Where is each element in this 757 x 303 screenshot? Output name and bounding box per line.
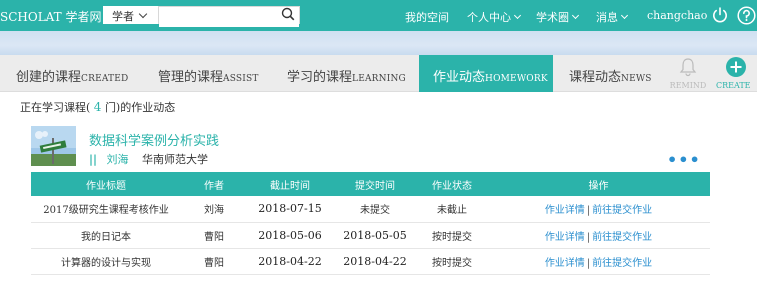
homework-author: 刘海 bbox=[181, 196, 247, 223]
col-header-title: 作业标题 bbox=[31, 172, 181, 196]
homework-status: 按时提交 bbox=[417, 248, 487, 275]
col-header-author: 作者 bbox=[181, 172, 247, 196]
homework-status: 未截止 bbox=[417, 196, 487, 223]
tab-created[interactable]: 创建的课程CREATED bbox=[16, 55, 128, 92]
course-meta: || 刘海 华南师范大学 bbox=[89, 151, 208, 167]
homework-submitted: 2018-05-05 bbox=[333, 222, 417, 249]
course-school: 华南师范大学 bbox=[142, 153, 209, 166]
nav-academic-circle[interactable]: 学术圈 bbox=[536, 9, 580, 25]
col-header-deadline: 截止时间 bbox=[247, 172, 333, 196]
homework-title: 计算器的设计与实现 bbox=[31, 248, 181, 275]
tab-homework[interactable]: 作业动态HOMEWORK bbox=[419, 55, 553, 92]
homework-status: 按时提交 bbox=[417, 222, 487, 249]
homework-detail-link[interactable]: 作业详情 bbox=[545, 258, 585, 269]
divider-bar: || bbox=[89, 153, 98, 166]
tab-learning[interactable]: 学习的课程LEARNING bbox=[287, 55, 406, 92]
tab-homework-label: 作业动态 bbox=[433, 70, 486, 85]
chevron-down-icon bbox=[620, 11, 629, 20]
bell-icon bbox=[679, 58, 697, 77]
intro-suffix: 门)的作业动态 bbox=[104, 101, 176, 114]
homework-author: 曹阳 bbox=[181, 248, 247, 275]
header-banner bbox=[0, 31, 757, 55]
table-row: 计算器的设计与实现 曹阳 2018-04-22 2018-04-22 按时提交 … bbox=[31, 248, 710, 275]
homework-detail-link[interactable]: 作业详情 bbox=[545, 232, 585, 243]
remind-label: REMIND bbox=[669, 81, 707, 90]
create-label: CREATE bbox=[716, 81, 751, 90]
nav-messages[interactable]: 消息 bbox=[596, 9, 629, 25]
tab-homework-en: HOMEWORK bbox=[485, 74, 548, 84]
submit-homework-link[interactable]: 前往提交作业 bbox=[592, 232, 652, 243]
more-options-icon[interactable]: ••• bbox=[667, 150, 701, 169]
user-name[interactable]: changchao bbox=[647, 9, 707, 22]
col-header-status: 作业状态 bbox=[417, 172, 487, 196]
tab-learning-en: LEARNING bbox=[352, 74, 406, 84]
nav-messages-label: 消息 bbox=[596, 11, 618, 24]
col-header-submitted: 提交时间 bbox=[333, 172, 417, 196]
tab-learning-label: 学习的课程 bbox=[287, 70, 353, 85]
homework-actions: 作业详情 | 前往提交作业 bbox=[487, 222, 710, 249]
homework-detail-link[interactable]: 作业详情 bbox=[545, 205, 585, 216]
create-button[interactable]: CREATE bbox=[715, 55, 757, 92]
tab-created-en: CREATED bbox=[81, 74, 129, 84]
tab-assist-label: 管理的课程 bbox=[158, 70, 224, 85]
nav-academic-circle-label: 学术圈 bbox=[536, 11, 569, 24]
homework-table: 作业标题 作者 截止时间 提交时间 作业状态 操作 2017级研究生课程考核作业… bbox=[31, 172, 710, 275]
tab-assist[interactable]: 管理的课程ASSIST bbox=[158, 55, 259, 92]
homework-submitted: 未提交 bbox=[333, 196, 417, 223]
chevron-down-icon bbox=[513, 11, 522, 20]
intro-prefix: 正在学习课程( bbox=[20, 101, 91, 114]
nav-personal-center-label: 个人中心 bbox=[467, 11, 511, 24]
homework-deadline: 2018-05-06 bbox=[247, 222, 333, 249]
nav-my-space[interactable]: 我的空间 bbox=[405, 9, 449, 25]
homework-actions: 作业详情 | 前往提交作业 bbox=[487, 196, 710, 223]
course-thumbnail[interactable] bbox=[31, 126, 76, 166]
action-separator: | bbox=[586, 231, 591, 243]
search-input[interactable] bbox=[159, 11, 299, 27]
help-icon[interactable] bbox=[737, 6, 756, 25]
submit-homework-link[interactable]: 前往提交作业 bbox=[592, 205, 652, 216]
course-title[interactable]: 数据科学案例分析实践 bbox=[89, 130, 219, 149]
top-bar: SCHOLAT 学者网 学者 我的空间 个人中心 学术圈 消息 changcha… bbox=[0, 0, 757, 31]
homework-title: 2017级研究生课程考核作业 bbox=[31, 196, 181, 223]
power-icon[interactable] bbox=[711, 6, 729, 24]
tab-news-en: NEWS bbox=[621, 74, 652, 84]
site-logo[interactable]: SCHOLAT 学者网 bbox=[0, 8, 102, 25]
nav-personal-center[interactable]: 个人中心 bbox=[467, 9, 522, 25]
chevron-down-icon bbox=[571, 11, 580, 20]
tab-created-label: 创建的课程 bbox=[16, 70, 82, 85]
homework-deadline: 2018-04-22 bbox=[247, 248, 333, 275]
search-box bbox=[158, 6, 300, 27]
course-teacher[interactable]: 刘海 bbox=[107, 153, 129, 166]
plus-circle-icon bbox=[726, 57, 746, 77]
homework-submitted: 2018-04-22 bbox=[333, 248, 417, 275]
table-row: 我的日记本 曹阳 2018-05-06 2018-05-05 按时提交 作业详情… bbox=[31, 222, 710, 249]
search-type-select[interactable]: 学者 bbox=[103, 6, 158, 24]
homework-title: 我的日记本 bbox=[31, 222, 181, 249]
action-separator: | bbox=[586, 257, 591, 269]
homework-author: 曹阳 bbox=[181, 222, 247, 249]
homework-actions: 作业详情 | 前往提交作业 bbox=[487, 248, 710, 275]
course-count: 4 bbox=[93, 100, 102, 114]
col-header-actions: 操作 bbox=[487, 172, 710, 196]
search-type-label: 学者 bbox=[112, 10, 134, 23]
table-header-row: 作业标题 作者 截止时间 提交时间 作业状态 操作 bbox=[31, 172, 710, 196]
tab-assist-en: ASSIST bbox=[223, 74, 259, 84]
homework-intro: 正在学习课程( 4 门)的作业动态 bbox=[20, 99, 175, 115]
tab-news[interactable]: 课程动态NEWS bbox=[569, 55, 652, 92]
course-tabs: 创建的课程CREATED 管理的课程ASSIST 学习的课程LEARNING 作… bbox=[0, 55, 757, 92]
search-icon[interactable] bbox=[281, 7, 295, 21]
tab-news-label: 课程动态 bbox=[569, 70, 622, 85]
homework-deadline: 2018-07-15 bbox=[247, 196, 333, 223]
chevron-down-icon bbox=[138, 9, 148, 19]
table-row: 2017级研究生课程考核作业 刘海 2018-07-15 未提交 未截止 作业详… bbox=[31, 196, 710, 223]
nav-my-space-label: 我的空间 bbox=[405, 11, 449, 24]
remind-button[interactable]: REMIND bbox=[668, 55, 708, 92]
submit-homework-link[interactable]: 前往提交作业 bbox=[592, 258, 652, 269]
action-separator: | bbox=[586, 205, 591, 217]
